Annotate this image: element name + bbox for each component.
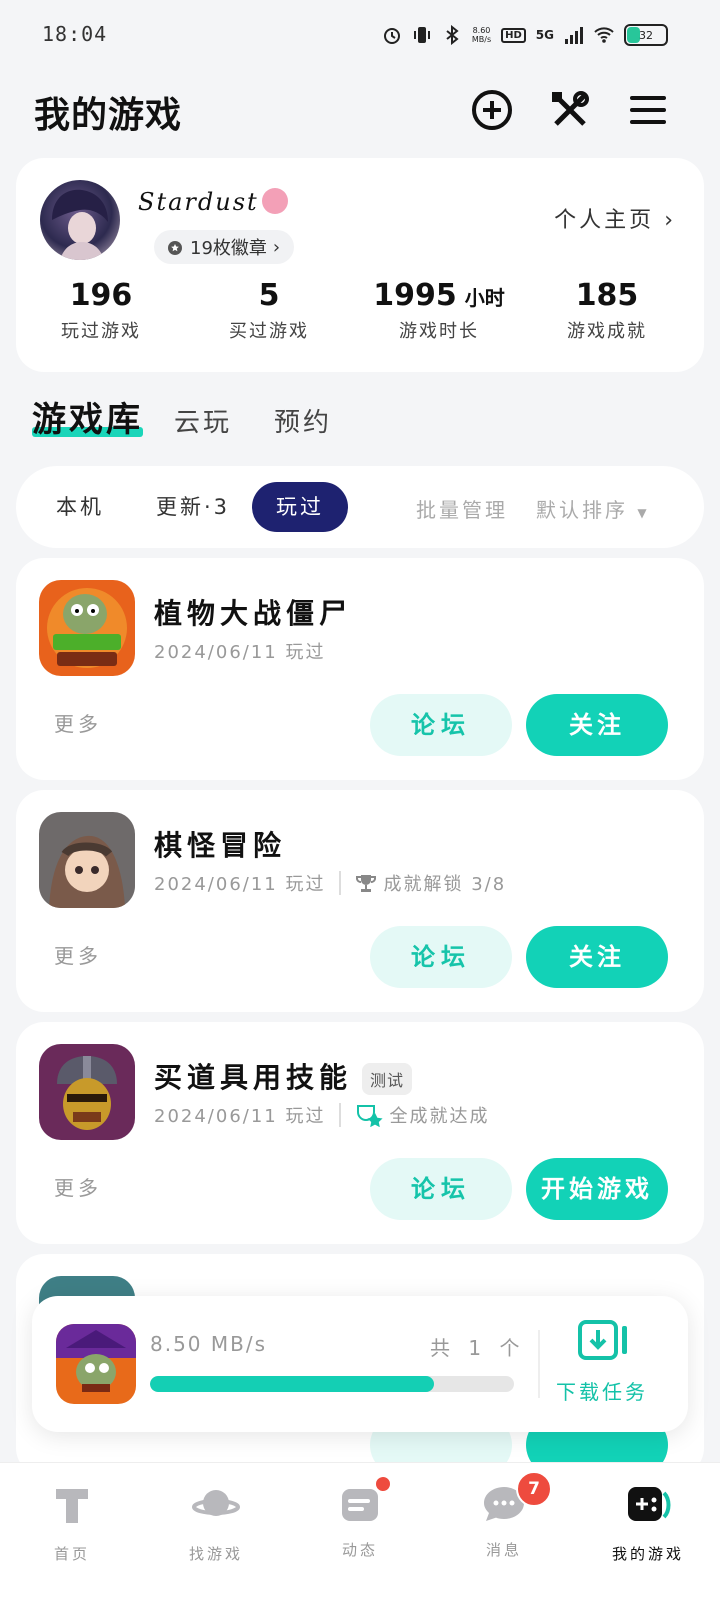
game-card[interactable]: 植物大战僵尸 2024/06/11 玩过 更多 论坛 关注 xyxy=(16,558,704,780)
chevron-right-icon: › xyxy=(272,236,281,258)
wifi-icon xyxy=(594,27,614,43)
game-icon xyxy=(39,812,135,908)
download-speed: 8.50 MB/s xyxy=(150,1332,268,1356)
forum-button[interactable]: 论坛 xyxy=(370,926,512,988)
forum-button[interactable]: 论坛 xyxy=(370,694,512,756)
status-time: 18:04 xyxy=(42,22,108,46)
filter-bar: 本机 更新·3 玩过 批量管理 默认排序 ▼ xyxy=(16,466,704,548)
nav-home[interactable]: 首页 xyxy=(0,1481,144,1564)
planet-icon xyxy=(192,1490,240,1516)
add-icon[interactable] xyxy=(470,88,514,132)
tab-library[interactable]: 游戏库 xyxy=(32,392,143,441)
medal-icon xyxy=(168,241,182,255)
follow-button[interactable]: 关注 xyxy=(526,694,668,756)
game-meta: 2024/06/11 玩过 xyxy=(154,642,326,663)
bluetooth-icon xyxy=(446,25,459,45)
game-name: 买道具用技能 测试 xyxy=(154,1056,413,1096)
medals-label: 19枚徽章 xyxy=(190,238,267,259)
caret-down-icon: ▼ xyxy=(637,506,650,520)
network-type: 5G xyxy=(535,28,554,42)
stat-playtime[interactable]: 1995 小时 游戏时长 xyxy=(354,278,524,343)
tools-icon[interactable] xyxy=(548,88,592,132)
vip-badge-icon xyxy=(262,188,288,214)
avatar[interactable] xyxy=(40,180,120,260)
battery-icon: 32 xyxy=(624,24,668,46)
homepage-link[interactable]: 个人主页 › xyxy=(554,202,676,234)
vibrate-icon xyxy=(413,27,430,43)
status-bar: 18:04 8.60 MB/s HD 5G 32 xyxy=(0,0,720,72)
stat-bought[interactable]: 5 买过游戏 xyxy=(184,278,354,343)
signal-icon xyxy=(565,27,583,44)
filter-played[interactable]: 玩过 xyxy=(252,482,348,532)
profile-card: Stardust 19枚徽章 › 个人主页 › 196 玩过游戏 5 买过游戏 … xyxy=(16,158,704,372)
game-icon xyxy=(39,580,135,676)
more-button[interactable]: 更多 xyxy=(54,940,102,969)
download-progress xyxy=(150,1376,514,1392)
feed-dot xyxy=(374,1475,392,1493)
status-icons: 8.60 MB/s HD 5G 32 xyxy=(382,24,668,46)
stat-played[interactable]: 196 玩过游戏 xyxy=(16,278,186,343)
game-meta: 2024/06/11 玩过 成就解锁 3/8 xyxy=(154,870,506,896)
batch-manage-button[interactable]: 批量管理 xyxy=(416,494,508,523)
nav-my-games[interactable]: 我的游戏 xyxy=(576,1481,720,1564)
bottom-nav: 首页 找游戏 动态 7 消息 我的游戏 xyxy=(0,1462,720,1601)
game-card[interactable]: 买道具用技能 测试 2024/06/11 玩过 全成就达成 更多 论坛 开始游戏 xyxy=(16,1022,704,1244)
test-tag: 测试 xyxy=(362,1063,413,1095)
net-speed: 8.60 MB/s xyxy=(471,26,492,44)
tab-cloud[interactable]: 云玩 xyxy=(174,402,232,439)
filter-local[interactable]: 本机 xyxy=(56,482,104,532)
nav-feed[interactable]: 动态 xyxy=(288,1475,432,1560)
download-count: 共 1 个 xyxy=(430,1336,526,1360)
home-icon xyxy=(56,1489,88,1523)
menu-icon[interactable] xyxy=(626,88,670,132)
message-badge: 7 xyxy=(516,1471,552,1507)
forum-button[interactable]: 论坛 xyxy=(370,1158,512,1220)
sort-dropdown[interactable]: 默认排序 ▼ xyxy=(536,494,650,523)
gamepad-icon xyxy=(628,1487,671,1521)
game-name: 植物大战僵尸 xyxy=(154,597,353,630)
filter-updates[interactable]: 更新·3 xyxy=(156,482,230,532)
follow-button[interactable]: 关注 xyxy=(526,926,668,988)
username: Stardust xyxy=(138,188,259,216)
stat-achievements[interactable]: 185 游戏成就 xyxy=(522,278,692,343)
nav-find-games[interactable]: 找游戏 xyxy=(144,1481,288,1564)
alarm-icon xyxy=(383,28,400,44)
medals-button[interactable]: 19枚徽章 › xyxy=(154,230,295,264)
all-achievements-icon xyxy=(357,1105,384,1127)
trophy-icon xyxy=(356,875,377,892)
game-card[interactable]: 棋怪冒险 2024/06/11 玩过 成就解锁 3/8 更多 论坛 关注 xyxy=(16,790,704,1012)
download-task-icon xyxy=(578,1320,627,1360)
more-button[interactable]: 更多 xyxy=(54,708,102,737)
game-name: 棋怪冒险 xyxy=(154,829,287,862)
download-panel[interactable]: 8.50 MB/s 共 1 个 下载任务 xyxy=(32,1296,688,1432)
page-header: 我的游戏 xyxy=(34,86,684,136)
page-title: 我的游戏 xyxy=(34,95,183,136)
nav-messages[interactable]: 7 消息 xyxy=(432,1471,576,1560)
tab-reserve[interactable]: 预约 xyxy=(274,402,332,439)
start-game-button[interactable]: 开始游戏 xyxy=(526,1158,668,1220)
download-game-thumb xyxy=(56,1324,136,1404)
game-meta: 2024/06/11 玩过 全成就达成 xyxy=(154,1102,489,1128)
download-task-label[interactable]: 下载任务 xyxy=(556,1376,648,1405)
chevron-right-icon: › xyxy=(664,208,676,233)
game-icon xyxy=(39,1044,135,1140)
more-button[interactable]: 更多 xyxy=(54,1172,102,1201)
hd-indicator: HD xyxy=(501,27,526,43)
